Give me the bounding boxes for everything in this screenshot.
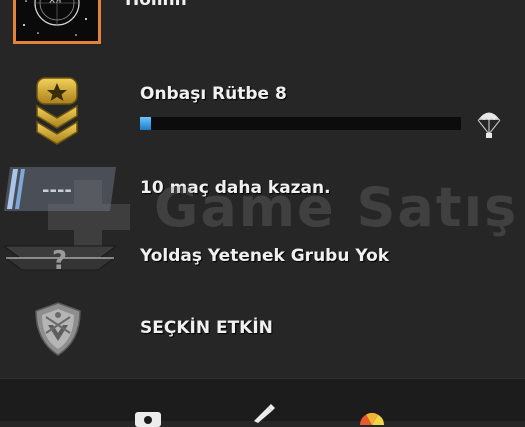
profile-icon[interactable]: [134, 411, 162, 427]
rank-progress-fill: [140, 117, 152, 130]
avatar-emblem-icon: XЯ: [16, 0, 98, 41]
color-wheel-icon[interactable]: [358, 411, 386, 425]
wins-needed-text: 10 maç daha kazan.: [140, 178, 331, 198]
elite-status-text: SEÇKİN ETKİN: [140, 318, 273, 338]
pencil-icon[interactable]: [250, 403, 276, 423]
skill-badge-glyph: ?: [52, 246, 67, 276]
player-name: Holinn: [125, 0, 187, 10]
rank-chevron-badge-icon: [36, 77, 78, 145]
elite-shield-icon: [35, 302, 81, 356]
rank-progress-bar: [140, 117, 461, 130]
rank-placeholder-text: ----: [42, 180, 72, 201]
competitive-rank-placeholder-icon: ----: [4, 167, 116, 211]
skill-group-text: Yoldaş Yetenek Grubu Yok: [140, 246, 390, 266]
footer-toolbar: [0, 378, 525, 427]
profile-panel: XЯ Holinn Onbaşı Rütbe 8: [0, 0, 525, 378]
parachute-icon[interactable]: [476, 109, 502, 139]
skill-group-unknown-icon: ?: [4, 245, 116, 276]
rank-title: Onbaşı Rütbe 8: [140, 84, 287, 104]
player-avatar[interactable]: XЯ: [13, 0, 101, 44]
